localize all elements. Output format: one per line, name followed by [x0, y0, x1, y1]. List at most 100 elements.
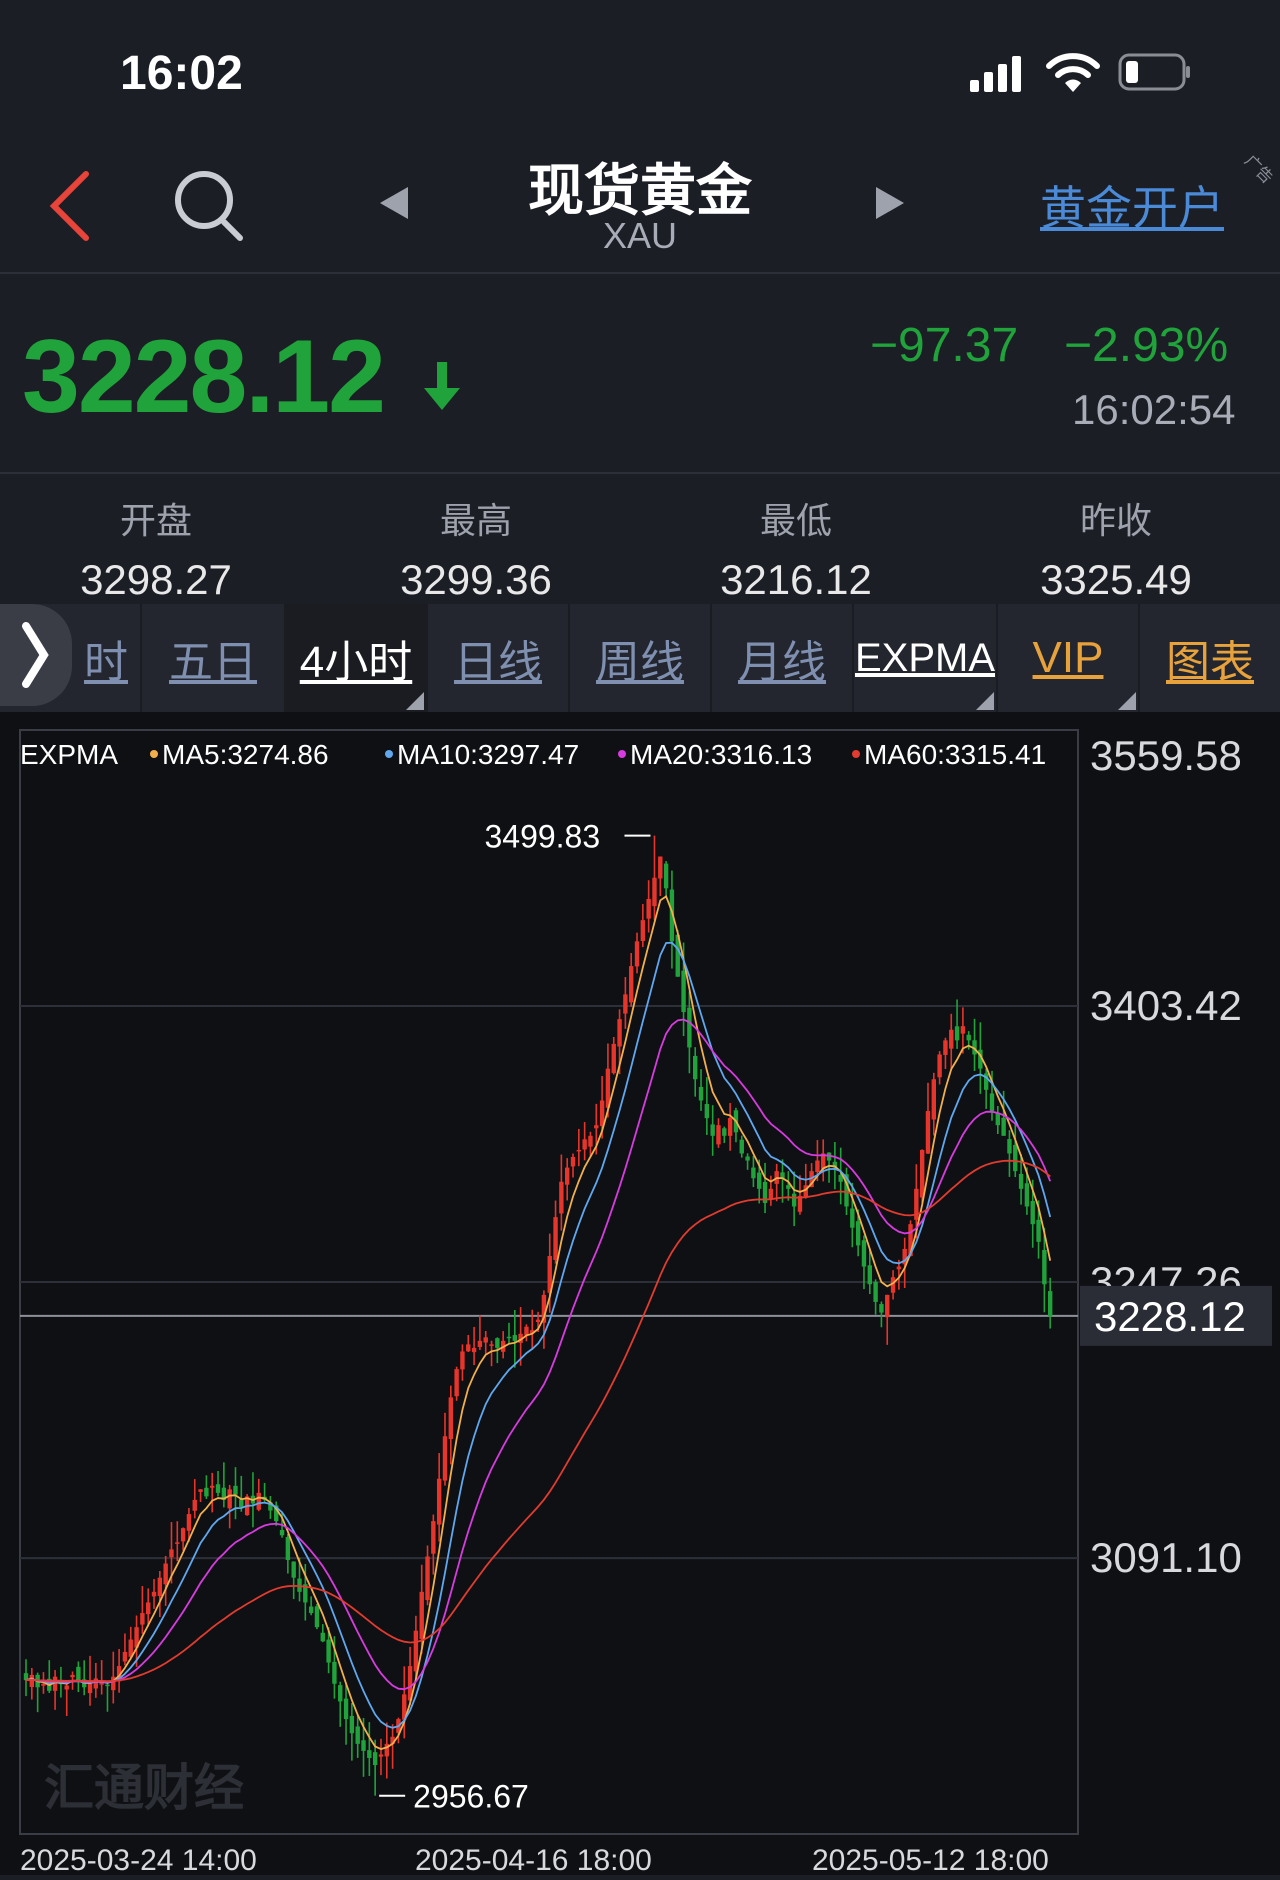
candle-body [215, 1484, 221, 1493]
candle-body [663, 863, 669, 889]
tab-five-day[interactable]: 五日 [142, 604, 286, 712]
candle-body [151, 1591, 157, 1597]
candle-body [995, 1113, 1001, 1126]
candle-body [279, 1529, 285, 1536]
candle-body [861, 1240, 867, 1267]
candle-body [634, 941, 640, 967]
candle-body [850, 1208, 855, 1228]
candle-body [367, 1750, 372, 1758]
open-account-link[interactable]: 黄金开户 [1040, 172, 1224, 238]
tab-corner-mark [406, 692, 424, 710]
candle-body [454, 1369, 459, 1397]
candle-body [931, 1079, 936, 1120]
candle-body [198, 1489, 203, 1492]
candle-body [1007, 1139, 1012, 1154]
next-instrument-icon[interactable] [872, 185, 906, 221]
candle-body [431, 1521, 436, 1554]
candle-body [466, 1344, 471, 1352]
chart-area[interactable]: 3559.58 3403.42 3247.26 3091.10 EXPMA MA5:327… [0, 712, 1280, 1877]
candle-body [623, 994, 628, 1014]
candle-body [105, 1684, 110, 1687]
candle-body [233, 1485, 238, 1495]
candle-body [326, 1639, 331, 1663]
candle-body [338, 1685, 343, 1702]
tab-corner-mark [1118, 692, 1136, 710]
x-tick-label: 2025-05-12 18:00 [812, 1844, 1049, 1875]
candle-body [413, 1630, 419, 1672]
tab-label: 4小时 [299, 638, 413, 687]
candle-body [1013, 1144, 1018, 1172]
quote-time: 16:02:54 [1072, 386, 1236, 433]
y-tick-label: 3091.10 [1090, 1534, 1242, 1581]
candle-body [815, 1160, 820, 1173]
legend-dot [852, 750, 860, 758]
y-tick-label: 3403.42 [1090, 982, 1242, 1029]
candle-body [716, 1125, 721, 1145]
back-arrow-icon[interactable] [44, 166, 100, 246]
candle-body [239, 1499, 244, 1507]
candle-body [93, 1678, 99, 1689]
candle-body [320, 1632, 325, 1642]
candle-body [658, 856, 663, 879]
stats-row: 开盘 3298.27 最高 3299.36 最低 3216.12 昨收 3325… [0, 474, 1280, 604]
stat-label: 开盘 [119, 500, 192, 541]
watermark-text: 汇通财经 [44, 1760, 244, 1816]
candle-body [919, 1149, 925, 1198]
tab-vip[interactable]: VIP [998, 604, 1140, 712]
candle-body [989, 1093, 995, 1112]
tab-label: EXPMA [854, 635, 996, 680]
last-price-label: 3228.12 [1094, 1293, 1246, 1340]
candle-body [425, 1556, 430, 1601]
tab-weekly[interactable]: 周线 [570, 604, 712, 712]
tab-intraday[interactable]: 时 [72, 604, 142, 712]
tab-chart[interactable]: 图表 [1140, 604, 1280, 712]
candle-body [495, 1338, 500, 1348]
previous-instrument-icon[interactable] [378, 185, 412, 221]
candle-body [885, 1294, 890, 1318]
tab-monthly[interactable]: 月线 [712, 604, 854, 712]
candle-body [442, 1436, 448, 1481]
candle-body [314, 1606, 320, 1628]
candle-body [966, 1034, 971, 1041]
tab-daily[interactable]: 日线 [428, 604, 570, 712]
stat-open: 开盘 3298.27 [36, 492, 276, 604]
legend-entry: MA10:3297.47 [397, 739, 579, 770]
candle-body [617, 1019, 622, 1047]
candle-body [640, 920, 646, 941]
candle-body [419, 1591, 424, 1640]
battery-icon [1118, 53, 1190, 91]
stat-value: 3216.12 [720, 556, 872, 603]
search-icon[interactable] [172, 166, 246, 244]
candle-body [594, 1125, 599, 1129]
candle-body [361, 1740, 366, 1751]
candle-body [867, 1265, 872, 1285]
candle-body [710, 1124, 715, 1136]
candle-body [349, 1715, 355, 1734]
candle-body [1036, 1219, 1041, 1242]
candle-body [146, 1602, 151, 1615]
candle-body [506, 1336, 512, 1339]
tabs-expand-handle[interactable] [0, 604, 72, 706]
candle-body [628, 966, 634, 1003]
tab-4-hour[interactable]: 4小时 [286, 604, 428, 712]
stat-value: 3325.49 [1040, 556, 1192, 603]
x-tick-label: 2025-03-24 14:00 [20, 1844, 257, 1875]
candle-body [448, 1397, 454, 1440]
candlestick-chart[interactable]: 3559.583403.423247.263091.10EXPMA MA5:327… [0, 712, 1280, 1877]
wifi-icon [1046, 53, 1100, 92]
indicator-label: EXPMA [20, 739, 118, 770]
candle-body [791, 1193, 797, 1207]
ma60-line [25, 1159, 1051, 1683]
candle-body [576, 1149, 582, 1152]
legend-entry: MA5:3274.86 [162, 739, 329, 770]
legend-dot [385, 750, 393, 758]
candle-body [227, 1489, 232, 1509]
cellular-signal-icon [970, 56, 1021, 92]
candle-body [739, 1139, 744, 1154]
candle-body [87, 1683, 93, 1694]
tab-expma[interactable]: EXPMA [854, 604, 998, 712]
candle-body [896, 1266, 902, 1270]
price-change-percent: −2.93% [1064, 319, 1229, 372]
candle-body [512, 1335, 518, 1341]
candle-body [157, 1577, 163, 1597]
